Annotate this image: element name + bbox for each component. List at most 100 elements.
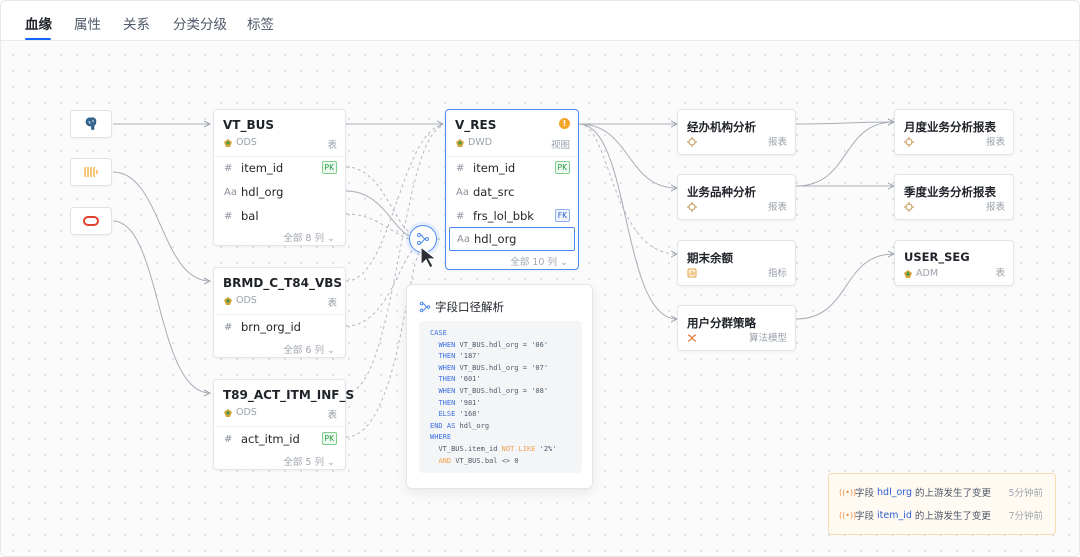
target-type: 报表 bbox=[985, 202, 1005, 213]
layer-label: ODS bbox=[236, 295, 257, 306]
target-name: 用户分群策略 bbox=[687, 316, 756, 330]
table-type: 表 bbox=[327, 410, 337, 421]
text-type-icon: Aa bbox=[456, 186, 469, 198]
notice-text: 的上游发生了变更 bbox=[915, 488, 992, 499]
target-card-t3[interactable]: 期末余额 指标 bbox=[677, 240, 796, 286]
tab-classification[interactable]: 分类分级 bbox=[173, 13, 227, 33]
table-layer: ODS bbox=[223, 407, 257, 418]
table-card-brmd-c-t84-vbs[interactable]: BRMD_C_T84_VBS ODS 表 # brn_org_id 全部 6 列… bbox=[213, 267, 346, 358]
target-type: 报表 bbox=[767, 137, 787, 148]
target-type: 报表 bbox=[767, 202, 787, 213]
table-card-v-res[interactable]: V_RES ! DWD 视图 # item_id PK Aa dat_src #… bbox=[445, 109, 579, 270]
field-row-selected[interactable]: Aa hdl_org bbox=[449, 227, 575, 251]
field-row[interactable]: # brn_org_id bbox=[214, 315, 345, 339]
field-row[interactable]: # item_id PK bbox=[446, 156, 578, 180]
target-type: 指标 bbox=[767, 268, 787, 279]
tab-relations[interactable]: 关系 bbox=[123, 13, 150, 33]
source-postgresql[interactable] bbox=[70, 110, 112, 138]
field-row[interactable]: Aa dat_src bbox=[446, 180, 578, 204]
number-type-icon: # bbox=[224, 210, 233, 222]
field-row[interactable]: # bal bbox=[214, 204, 345, 228]
notice-time: 7分钟前 bbox=[1008, 511, 1043, 522]
field-name: item_id bbox=[473, 161, 516, 175]
oracle-icon bbox=[83, 216, 99, 226]
field-name: hdl_org bbox=[241, 185, 284, 199]
report-icon bbox=[687, 137, 697, 147]
target-card-t1[interactable]: 经办机构分析 报表 bbox=[677, 109, 796, 155]
source-oracle[interactable] bbox=[70, 207, 112, 235]
postgresql-elephant-icon bbox=[85, 117, 97, 131]
layer-icon bbox=[904, 269, 912, 278]
chevron-down-icon: ⌄ bbox=[327, 457, 335, 468]
field-name: brn_org_id bbox=[241, 320, 301, 334]
code-line: WHEN VT_BUS.hdl_org = '06' bbox=[438, 340, 549, 349]
report-icon bbox=[687, 202, 697, 212]
tab-lineage[interactable]: 血缘 bbox=[25, 13, 52, 33]
number-type-icon: # bbox=[224, 162, 233, 174]
code-line: THEN '187' bbox=[438, 352, 481, 361]
change-notification[interactable]: ((•)) 字段 hdl_org 的上游发生了变更 5分钟前 bbox=[839, 485, 1043, 500]
table-layer: ADM bbox=[903, 268, 938, 279]
show-all-columns-link[interactable]: 全部 8 列 ⌄ bbox=[283, 230, 335, 244]
lineage-app: 血缘 属性 关系 分类分级 标签 VT_BUS ODS 表 # item_id … bbox=[0, 0, 1080, 557]
layer-icon bbox=[456, 138, 464, 147]
metric-icon bbox=[687, 268, 697, 278]
change-notification[interactable]: ((•)) 字段 item_id 的上游发生了变更 7分钟前 bbox=[839, 508, 1043, 523]
number-type-icon: # bbox=[456, 162, 465, 174]
field-name: hdl_org bbox=[474, 232, 517, 246]
broadcast-icon: ((•)) bbox=[839, 510, 857, 520]
notice-field-link[interactable]: item_id bbox=[877, 510, 912, 521]
target-card-t5[interactable]: 月度业务分析报表 报表 bbox=[894, 109, 1014, 155]
table-layer: ODS bbox=[223, 137, 257, 148]
layer-label: ODS bbox=[236, 137, 257, 148]
layer-icon bbox=[224, 408, 232, 417]
table-name: T89_ACT_ITM_INF_S bbox=[223, 388, 355, 402]
target-name: 季度业务分析报表 bbox=[904, 185, 996, 199]
tab-tags[interactable]: 标签 bbox=[247, 13, 274, 33]
field-row[interactable]: # act_itm_id PK bbox=[214, 427, 345, 451]
table-name: VT_BUS bbox=[223, 118, 275, 132]
tab-attributes[interactable]: 属性 bbox=[74, 13, 101, 33]
sql-code-block: CASE WHEN VT_BUS.hdl_org = '06' THEN '18… bbox=[419, 321, 582, 473]
number-type-icon: # bbox=[224, 433, 233, 445]
target-card-t2[interactable]: 业务品种分析 报表 bbox=[677, 174, 796, 220]
notice-field-link[interactable]: hdl_org bbox=[877, 487, 912, 498]
target-card-t4[interactable]: 用户分群策略 算法模型 bbox=[677, 305, 796, 351]
target-name: 业务品种分析 bbox=[687, 185, 756, 199]
field-row[interactable]: # item_id PK bbox=[214, 156, 345, 180]
table-layer: ODS bbox=[223, 295, 257, 306]
target-name: USER_SEG bbox=[904, 250, 970, 264]
code-line: WHERE bbox=[430, 433, 452, 442]
number-type-icon: # bbox=[456, 210, 465, 222]
show-all-columns-link[interactable]: 全部 6 列 ⌄ bbox=[283, 342, 335, 356]
table-type: 表 bbox=[327, 298, 337, 309]
table-name: V_RES bbox=[455, 118, 497, 132]
field-name: dat_src bbox=[473, 185, 515, 199]
field-parse-icon bbox=[419, 301, 431, 313]
chevron-down-icon: ⌄ bbox=[560, 257, 568, 268]
fk-badge: FK bbox=[554, 209, 570, 222]
barcode-stream-icon bbox=[84, 167, 98, 177]
show-all-columns-link[interactable]: 全部 5 列 ⌄ bbox=[283, 454, 335, 468]
field-row[interactable]: # frs_lol_bbk FK bbox=[446, 204, 578, 228]
show-all-columns-link[interactable]: 全部 10 列 ⌄ bbox=[510, 254, 568, 268]
table-card-t89-act-itm-inf-s[interactable]: T89_ACT_ITM_INF_S ODS 表 # act_itm_id PK … bbox=[213, 379, 354, 470]
pk-badge: PK bbox=[321, 432, 337, 445]
field-parse-icon bbox=[417, 233, 429, 245]
table-card-vt-bus[interactable]: VT_BUS ODS 表 # item_id PK Aa hdl_org # b… bbox=[213, 109, 346, 246]
layer-icon bbox=[224, 138, 232, 147]
source-stream[interactable] bbox=[70, 158, 112, 186]
field-name: item_id bbox=[241, 161, 284, 175]
field-row[interactable]: Aa hdl_org bbox=[214, 180, 345, 204]
table-name: BRMD_C_T84_VBS bbox=[223, 276, 343, 290]
field-name: act_itm_id bbox=[241, 432, 300, 446]
notice-prefix: 字段 bbox=[855, 511, 875, 522]
warning-icon[interactable]: ! bbox=[559, 118, 570, 129]
code-line: VT_BUS.item_id NOT LIKE '2%' bbox=[438, 445, 557, 453]
pk-badge: PK bbox=[554, 161, 570, 174]
table-type: 视图 bbox=[550, 140, 570, 151]
notice-time: 5分钟前 bbox=[1008, 488, 1043, 499]
target-card-t6[interactable]: 季度业务分析报表 报表 bbox=[894, 174, 1014, 220]
target-type: 报表 bbox=[985, 137, 1005, 148]
target-card-t7[interactable]: USER_SEG ADM 表 bbox=[894, 240, 1014, 286]
